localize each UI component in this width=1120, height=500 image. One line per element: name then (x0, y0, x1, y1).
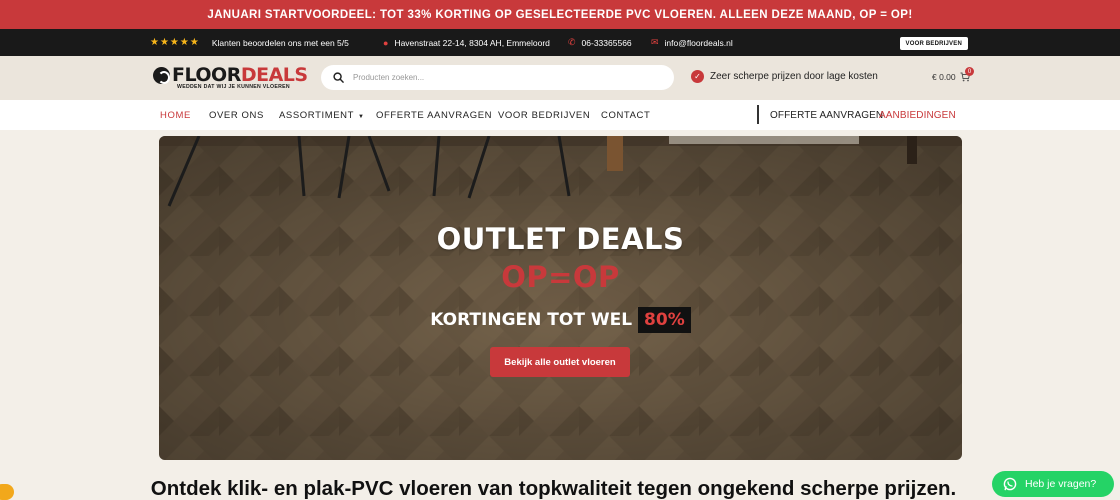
mail-icon: ✉ (651, 37, 659, 47)
address-text: Havenstraat 22-14, 8304 AH, Emmeloord (394, 37, 550, 48)
claim-text: Zeer scherpe prijzen door lage kosten (710, 71, 878, 82)
email-item[interactable]: ✉ info@floordeals.nl (651, 29, 733, 56)
cart-link[interactable]: € 0.00 0 (932, 67, 974, 82)
nav-item-offerte[interactable]: OFFERTE AANVRAGEN (376, 110, 492, 121)
top-info-bar: ★★★★★ Klanten beoordelen ons met een 5/5… (0, 29, 1120, 56)
site-logo[interactable]: FLOORDEALS WEDDEN DAT WIJ JE KUNNEN VLOE… (153, 65, 308, 93)
rating-text: Klanten beoordelen ons met een 5/5 (211, 37, 349, 48)
whatsapp-icon (1003, 477, 1017, 491)
cart-total: € 0.00 (932, 72, 956, 82)
site-header: FLOORDEALS WEDDEN DAT WIJ JE KUNNEN VLOE… (0, 56, 1120, 100)
hero-title: OUTLET DEALS (436, 222, 685, 256)
hero-banner: OUTLET DEALS OP=OP KORTINGEN TOT WEL 80%… (159, 136, 962, 460)
nav-divider (757, 105, 759, 124)
phone-icon: ✆ (568, 37, 576, 47)
search-icon (333, 72, 344, 83)
hero-subtitle: OP=OP (501, 260, 620, 294)
promo-text: JANUARI STARTVOORDEEL: TOT 33% KORTING O… (207, 8, 913, 21)
chevron-down-icon: ▼ (358, 114, 365, 120)
cart-count-badge: 0 (965, 67, 974, 76)
phone-item[interactable]: ✆ 06-33365566 (568, 29, 632, 56)
phone-text: 06-33365566 (581, 37, 632, 48)
whatsapp-chat-button[interactable]: Heb je vragen? (992, 471, 1114, 497)
hero-discount: KORTINGEN TOT WEL 80% (159, 307, 962, 333)
outlet-cta-button[interactable]: Bekijk alle outlet vloeren (490, 347, 630, 377)
nav-item-voor-bedrijven[interactable]: VOOR BEDRIJVEN (498, 110, 590, 121)
promo-banner: JANUARI STARTVOORDEEL: TOT 33% KORTING O… (0, 0, 1120, 29)
chat-label: Heb je vragen? (1025, 478, 1097, 490)
business-button[interactable]: VOOR BEDRIJVEN (899, 37, 968, 50)
check-icon: ✓ (691, 70, 704, 83)
rating-stars-icon: ★★★★★ (150, 37, 200, 48)
floor-background-image (159, 136, 962, 460)
discount-text: KORTINGEN TOT WEL (430, 310, 633, 330)
nav-deals-link[interactable]: AANBIEDINGEN (879, 110, 956, 121)
page-heading: Ontdek klik- en plak-PVC vloeren van top… (150, 477, 957, 500)
logo-tagline: WEDDEN DAT WIJ JE KUNNEN VLOEREN (177, 84, 290, 90)
search-bar[interactable] (321, 65, 674, 90)
price-claim: ✓ Zeer scherpe prijzen door lage kosten (691, 70, 878, 83)
search-input[interactable] (353, 73, 653, 82)
nav-quote-link[interactable]: OFFERTE AANVRAGEN (770, 110, 883, 121)
main-nav: HOME OVER ONS ASSORTIMENT ▼ OFFERTE AANVR… (0, 100, 1120, 130)
nav-item-over-ons[interactable]: OVER ONS (209, 110, 264, 121)
nav-item-home[interactable]: HOME (160, 110, 191, 121)
logo-mark-icon (153, 67, 170, 84)
address-item: ● Havenstraat 22-14, 8304 AH, Emmeloord (383, 29, 550, 56)
location-pin-icon: ● (383, 37, 389, 48)
discount-badge: 80% (638, 307, 691, 333)
logo-wordmark: FLOORDEALS (172, 64, 308, 86)
nav-item-assortiment[interactable]: ASSORTIMENT ▼ (279, 110, 365, 121)
nav-item-contact[interactable]: CONTACT (601, 110, 650, 121)
email-text: info@floordeals.nl (664, 37, 733, 48)
